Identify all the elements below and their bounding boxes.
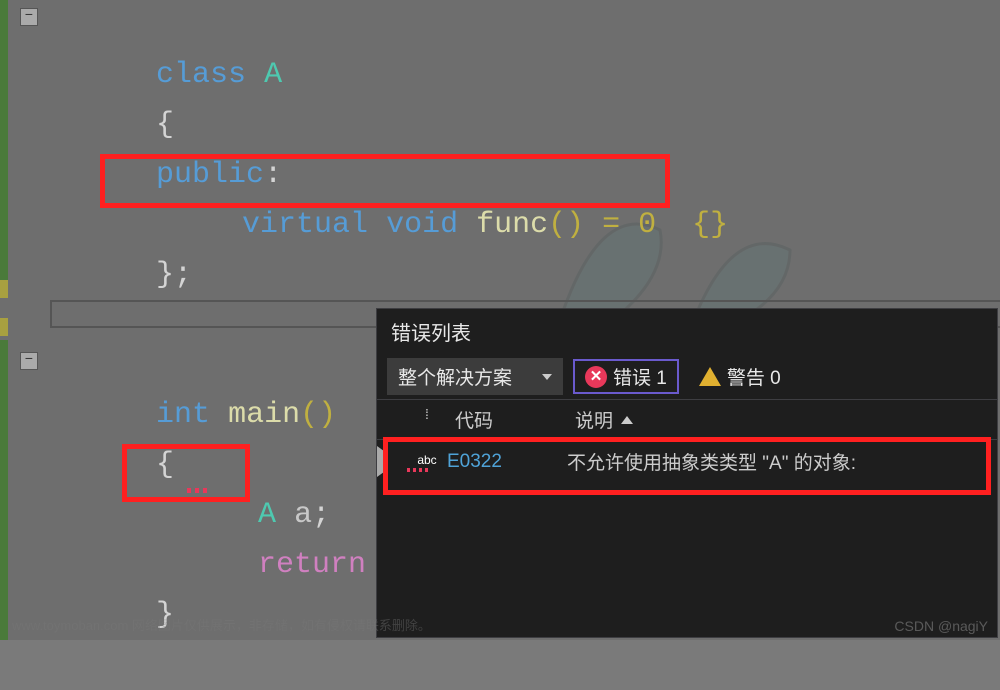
gutter-change-bar: [0, 0, 8, 280]
warnings-filter-button[interactable]: 警告 0: [689, 361, 791, 392]
scope-dropdown[interactable]: 整个解决方案: [387, 358, 563, 395]
keyword-virtual: virtual: [242, 208, 368, 242]
pure-virtual-decl: () = 0 {}: [548, 208, 728, 242]
variable-name: a: [294, 498, 312, 532]
error-icon: ✕: [585, 366, 607, 388]
gutter-mark: [0, 318, 8, 336]
expand-icon[interactable]: [377, 446, 384, 477]
gutter-mark: [0, 280, 8, 298]
gutter-change-bar: [0, 340, 8, 640]
error-row[interactable]: abc E0322 不允许使用抽象类类型 "A" 的对象:: [377, 440, 997, 483]
error-squiggle: [187, 488, 211, 493]
paren: (): [300, 398, 336, 432]
watermark: www.toymoban.com 网络图片仅供展示，非存储，如有侵权请联系删除。: [12, 615, 431, 634]
error-grid-header: ⁞ 代码 说明: [377, 399, 997, 440]
function-main: main: [228, 398, 300, 432]
type-name: A: [258, 498, 276, 532]
column-desc[interactable]: 说明: [567, 406, 997, 433]
intellisense-icon: abc: [407, 453, 447, 472]
errors-count-label: 错误 1: [613, 363, 667, 390]
code-editor: − − class A { public: virtual void func(…: [0, 0, 1000, 640]
close-brace: };: [156, 258, 192, 292]
column-icon[interactable]: ⁞: [407, 406, 447, 433]
panel-title: 错误列表: [377, 309, 997, 354]
warning-icon: [699, 367, 721, 386]
colon: :: [264, 158, 282, 192]
error-list-panel: 错误列表 整个解决方案 ✕ 错误 1 警告 0 ⁞ 代码 说明: [376, 308, 998, 638]
type-name: A: [264, 58, 282, 92]
column-code[interactable]: 代码: [447, 406, 567, 433]
keyword-class: class: [156, 58, 246, 92]
warnings-count-label: 警告 0: [727, 363, 781, 390]
scope-label: 整个解决方案: [398, 363, 512, 390]
error-toolbar: 整个解决方案 ✕ 错误 1 警告 0: [377, 354, 997, 399]
errors-filter-button[interactable]: ✕ 错误 1: [573, 359, 679, 394]
keyword-return: return: [258, 548, 366, 582]
function-name: func: [476, 208, 548, 242]
keyword-void: void: [386, 208, 458, 242]
keyword-public: public: [156, 158, 264, 192]
semicolon: ;: [312, 498, 330, 532]
watermark: CSDN @nagiY: [894, 618, 988, 634]
keyword-int: int: [156, 398, 210, 432]
brace: {: [156, 448, 174, 482]
chevron-down-icon: [542, 374, 552, 380]
error-description: 不允许使用抽象类类型 "A" 的对象:: [567, 448, 997, 475]
brace: {: [156, 108, 174, 142]
sort-ascending-icon: [621, 416, 633, 424]
error-code: E0322: [447, 451, 567, 473]
